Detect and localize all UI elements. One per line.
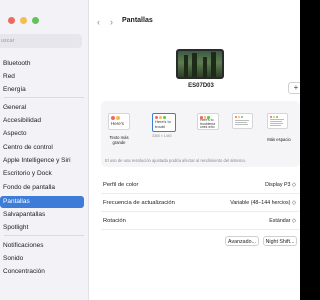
setting-value-popup[interactable]: Display P3 ◇ [265, 182, 296, 188]
sidebar-item-label: Concentración [3, 268, 45, 275]
sidebar: uscar Bluetooth Red Energía General Accesibi… [0, 0, 89, 300]
search-input[interactable]: uscar [0, 34, 82, 48]
sidebar-item-label: Fondo de pantalla [3, 184, 56, 191]
sidebar-divider [4, 97, 84, 98]
sidebar-item-fondo-de-pantalla[interactable]: Fondo de pantalla [0, 182, 88, 194]
sidebar-item-bluetooth[interactable]: Bluetooth [0, 58, 88, 70]
sidebar-item-apple-intelligence-y-siri[interactable]: Apple Intelligence y Siri [0, 155, 88, 167]
sidebar-item-salvapantallas[interactable]: Salvapantallas [0, 209, 88, 221]
sidebar-item-label: Pantallas [3, 198, 30, 205]
sidebar-item-label: Red [3, 73, 15, 80]
sidebar-divider [4, 235, 84, 236]
display-icon[interactable] [176, 49, 224, 79]
settings-row: Rotación Estándar ◇ [101, 214, 300, 230]
resolution-option-more-space[interactable] [267, 113, 288, 129]
add-display-button[interactable]: + [288, 82, 300, 94]
sidebar-item-label: Escritorio y Dock [3, 170, 52, 177]
sidebar-item-notificaciones[interactable]: Notificaciones [0, 240, 88, 252]
setting-value-popup[interactable]: Variable (48–144 hercios) ◇ [230, 200, 296, 206]
sidebar-item-label: Centro de control [3, 144, 53, 151]
sidebar-item-escritorio-y-dock[interactable]: Escritorio y Dock [0, 168, 88, 180]
sidebar-item-label: Notificaciones [3, 242, 44, 249]
resolution-label-more-space: Más espacio [267, 137, 291, 142]
sidebar-item-pantallas[interactable]: Pantallas [0, 196, 84, 208]
back-chevron-icon[interactable]: ‹ [97, 17, 100, 27]
sidebar-item-label: Aspecto [3, 130, 27, 137]
sidebar-item-aspecto[interactable]: Aspecto [0, 128, 88, 140]
minimize-button[interactable] [20, 17, 27, 24]
thumb-text: Here's to troubl [155, 119, 171, 129]
setting-label: Rotación [103, 218, 126, 224]
advanced-button[interactable]: Avanzado... [225, 236, 259, 246]
zoom-button[interactable] [32, 17, 39, 24]
thumb-text: Here's [111, 121, 124, 126]
sidebar-item-energ-a[interactable]: Energía [0, 84, 88, 96]
resolution-label-larger: Texto más grande [109, 135, 129, 145]
system-settings-window: uscar Bluetooth Red Energía General Accesibi… [0, 0, 300, 300]
resolution-option-3[interactable]: Here's to troublema ones who [197, 113, 219, 130]
sidebar-item-label: Spotlight [3, 224, 29, 231]
close-button[interactable] [8, 17, 15, 24]
traffic-lights [8, 17, 39, 24]
resolution-option-4[interactable] [232, 113, 253, 129]
setting-value-popup[interactable]: Estándar ◇ [269, 218, 296, 224]
sidebar-item-label: General [3, 104, 27, 111]
sidebar-item-centro-de-control[interactable]: Centro de control [0, 142, 88, 154]
toolbar: ‹ › Pantallas [89, 0, 300, 40]
sidebar-item-sonido[interactable]: Sonido [0, 253, 88, 265]
night-shift-button[interactable]: Night Shift... [263, 236, 297, 246]
wallpaper-preview [178, 51, 222, 77]
sidebar-item-label: Energía [3, 86, 26, 93]
setting-label: Perfil de color [103, 182, 139, 188]
setting-label: Frecuencia de actualización [103, 200, 175, 206]
thumb-text: Here's to troublema ones who [200, 118, 216, 130]
sidebar-item-concentraci-n[interactable]: Concentración [0, 266, 88, 278]
settings-row: Perfil de color Display P3 ◇ [101, 178, 300, 194]
sidebar-item-label: Salvapantallas [3, 211, 46, 218]
sidebar-item-label: Accesibilidad [3, 117, 41, 124]
sidebar-item-label: Bluetooth [3, 60, 31, 67]
resolution-option-default[interactable]: Here's to troubl [152, 113, 176, 132]
resolution-note: El uso de una resolución ajustada podría… [105, 158, 246, 163]
main-pane: ‹ › Pantallas ES07D03 + Here's Texto más… [89, 0, 300, 300]
sidebar-item-label: Apple Intelligence y Siri [3, 157, 71, 164]
settings-row: Frecuencia de actualización Variable (48–… [101, 196, 300, 212]
forward-chevron-icon[interactable]: › [110, 17, 113, 27]
resolution-option-larger-text[interactable]: Here's [108, 113, 130, 130]
sidebar-item-accesibilidad[interactable]: Accesibilidad [0, 115, 88, 127]
display-name: ES07D03 [188, 83, 214, 89]
sidebar-item-label: Sonido [3, 255, 24, 262]
sidebar-item-general[interactable]: General [0, 102, 88, 114]
sidebar-item-spotlight[interactable]: Spotlight [0, 222, 88, 234]
resolution-size: 3360 × 1440 [152, 134, 172, 138]
sidebar-item-red[interactable]: Red [0, 71, 88, 83]
page-title: Pantallas [122, 17, 153, 24]
